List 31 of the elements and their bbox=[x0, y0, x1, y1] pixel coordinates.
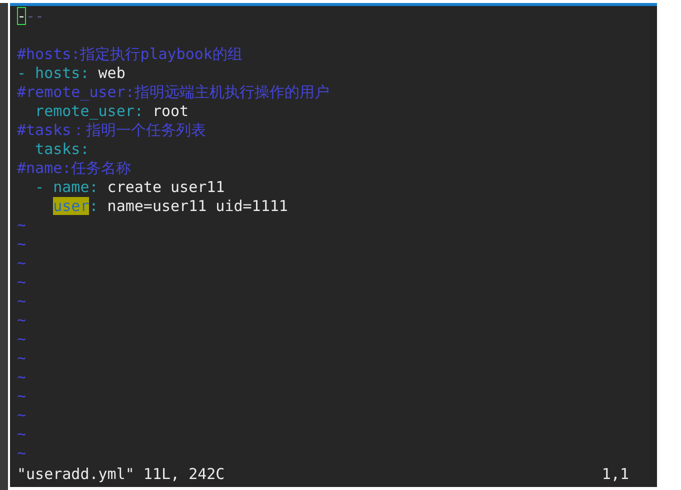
yaml-key: - hosts: bbox=[17, 64, 90, 82]
comment-text: #tasks：指明一个任务列表 bbox=[17, 121, 206, 140]
empty-line-marker: ~ bbox=[17, 425, 26, 444]
comment-text: #remote_user:指明远端主机执行操作的用户 bbox=[17, 83, 330, 102]
cursor: - bbox=[17, 7, 26, 25]
empty-line-marker: ~ bbox=[17, 311, 26, 330]
empty-line-marker: ~ bbox=[17, 330, 26, 349]
empty-line-marker: ~ bbox=[17, 387, 26, 406]
code-text: web bbox=[97, 64, 126, 82]
empty-line-marker: ~ bbox=[17, 444, 26, 463]
comment-text: #hosts:指定执行playbook的组 bbox=[17, 45, 242, 64]
empty-line-marker: ~ bbox=[17, 292, 26, 311]
empty-line-marker: ~ bbox=[17, 368, 26, 387]
code-text: root bbox=[151, 102, 189, 120]
empty-line-marker: ~ bbox=[17, 349, 26, 368]
cursor-position: 1,1 bbox=[602, 465, 629, 484]
comment-text: #name:任务名称 bbox=[17, 159, 132, 178]
empty-line-marker: ~ bbox=[17, 216, 26, 235]
empty-line-marker: ~ bbox=[17, 406, 26, 425]
yaml-key: tasks: bbox=[17, 140, 90, 159]
empty-line-marker: ~ bbox=[17, 254, 26, 273]
code-text: -- bbox=[26, 7, 44, 25]
code-text: create user11 bbox=[106, 178, 225, 196]
status-message: "useradd.yml" 11L, 242C bbox=[17, 465, 225, 484]
search-match: user bbox=[53, 197, 90, 215]
empty-line-marker: ~ bbox=[17, 273, 26, 292]
yaml-key: - name: bbox=[17, 178, 98, 196]
code-text: name=user11 uid=1111 bbox=[106, 197, 288, 215]
yaml-key: : bbox=[89, 197, 98, 215]
yaml-key: remote_user: bbox=[17, 102, 144, 120]
empty-line-marker: ~ bbox=[17, 235, 26, 254]
